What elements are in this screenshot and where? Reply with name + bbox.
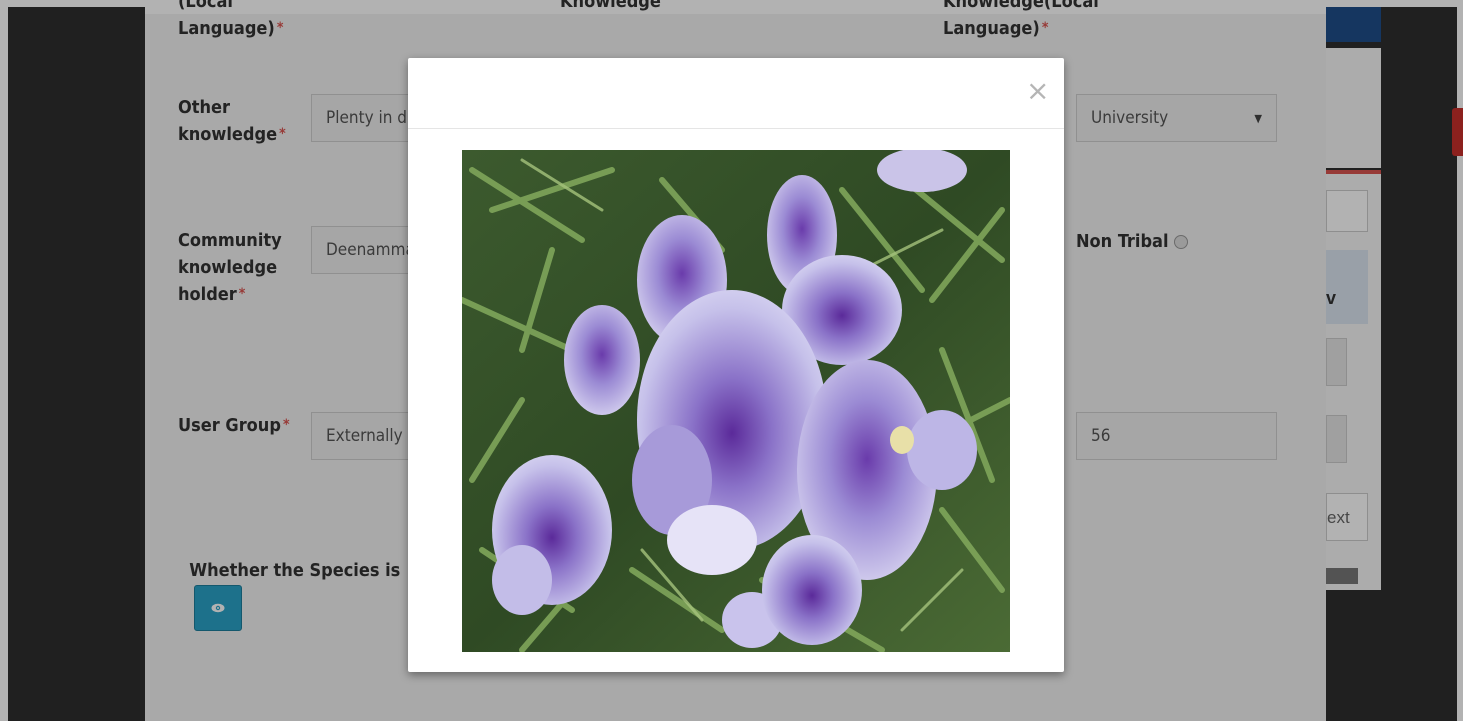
close-icon[interactable]: × xyxy=(1026,74,1049,108)
image-modal: × xyxy=(408,58,1064,672)
modal-header: × xyxy=(408,58,1064,129)
flower-image xyxy=(462,150,1010,652)
